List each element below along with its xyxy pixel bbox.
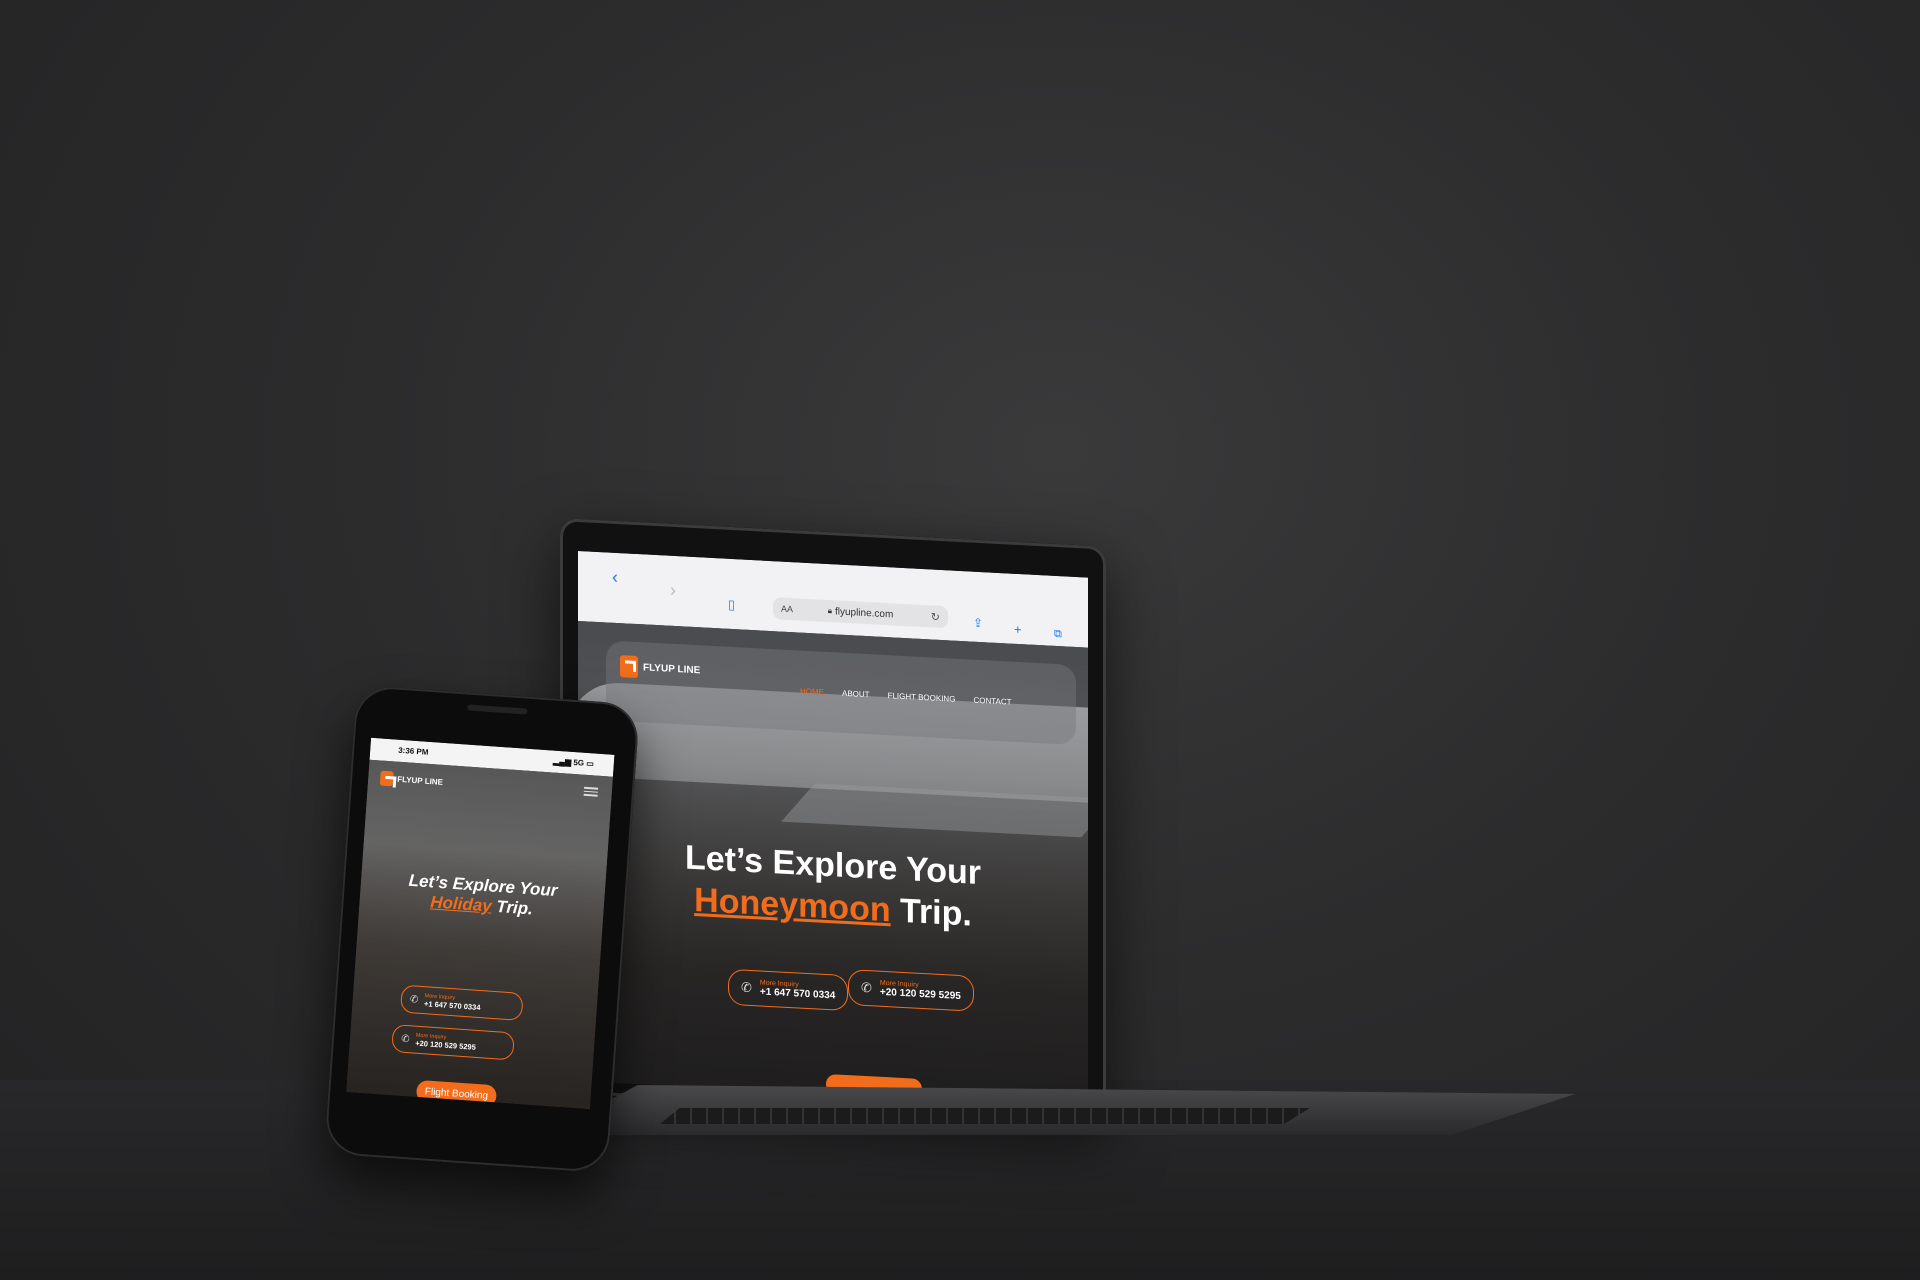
mobile-site-logo[interactable]: FLYUP LINE (379, 770, 444, 790)
hero-suffix: Trip. (491, 896, 534, 919)
hero-highlight: Holiday (429, 892, 493, 916)
phone-icon: ✆ (741, 979, 752, 996)
url-bar[interactable]: AA 🔒︎ flyupline.com ↻ (773, 597, 948, 629)
phone-icon: ✆ (861, 979, 872, 996)
url-text: flyupline.com (834, 605, 894, 620)
logo-icon (379, 770, 394, 787)
nav-item-contact[interactable]: CONTACT (973, 696, 1011, 707)
signal-icon: ▂▄▆ (552, 756, 574, 767)
site-logo[interactable]: FLYUP LINE (620, 655, 700, 681)
inquiry-button[interactable]: ✆ More Inquiry +1 647 570 0334 (399, 984, 524, 1021)
laptop: ‹ › ▯ AA 🔒︎ flyupline.com ↻ ⇪ + ⧉ FLYUP … (560, 518, 1106, 1122)
hamburger-menu-icon[interactable] (583, 785, 599, 798)
laptop-keyboard (660, 1108, 1310, 1124)
mobile-website-hero: FLYUP LINE Let’s Explore Your Holiday Tr… (346, 759, 613, 1109)
website-hero: FLYUP LINE HOME ABOUT FLIGHT BOOKING CON… (578, 620, 1088, 1108)
back-icon[interactable]: ‹ (612, 567, 618, 588)
inquiry-button[interactable]: ✆ More Inquiry +1 647 570 0334 (728, 968, 849, 1012)
hero-highlight: Honeymoon (694, 881, 891, 930)
reload-icon[interactable]: ↻ (931, 610, 940, 623)
hero-heading: Let’s Explore Your Honeymoon Trip. (578, 831, 1088, 942)
nav-item-home[interactable]: HOME (800, 687, 824, 697)
phone-speaker (467, 704, 528, 715)
brand-name: FLYUP LINE (643, 661, 701, 676)
forward-icon[interactable]: › (670, 580, 676, 601)
laptop-screen: ‹ › ▯ AA 🔒︎ flyupline.com ↻ ⇪ + ⧉ FLYUP … (578, 550, 1088, 1108)
network-label: 5G (573, 757, 585, 768)
nav-item-about[interactable]: ABOUT (842, 689, 870, 699)
status-time: 3:36 PM (397, 745, 429, 757)
logo-icon (620, 655, 638, 679)
flight-booking-button[interactable]: Flight Booking (415, 1079, 498, 1108)
inquiry-button[interactable]: ✆ More Inquiry +20 120 529 5295 (848, 969, 974, 1012)
tabs-icon[interactable]: ⧉ (1054, 628, 1062, 641)
phone: 3:36 PM ▂▄▆ 5G ▭ FLYUP LINE Let’s Explor… (323, 684, 641, 1174)
mobile-hero-heading: Let’s Explore Your Holiday Trip. (359, 867, 605, 924)
battery-icon: ▭ (585, 758, 595, 769)
new-tab-icon[interactable]: + (1014, 622, 1022, 637)
bookmarks-icon[interactable]: ▯ (728, 597, 735, 613)
phone-icon: ✆ (400, 1033, 410, 1045)
status-signal: ▂▄▆ 5G ▭ (553, 757, 594, 769)
hero-suffix: Trip. (890, 891, 972, 934)
brand-name: FLYUP LINE (396, 774, 444, 787)
share-icon[interactable]: ⇪ (973, 616, 983, 631)
phone-icon: ✆ (409, 993, 419, 1006)
inquiry-button[interactable]: ✆ More Inquiry +20 120 529 5295 (391, 1024, 515, 1061)
text-size-button[interactable]: AA (781, 604, 793, 615)
lock-icon: 🔒︎ (827, 606, 832, 616)
phone-screen: 3:36 PM ▂▄▆ 5G ▭ FLYUP LINE Let’s Explor… (346, 737, 615, 1109)
